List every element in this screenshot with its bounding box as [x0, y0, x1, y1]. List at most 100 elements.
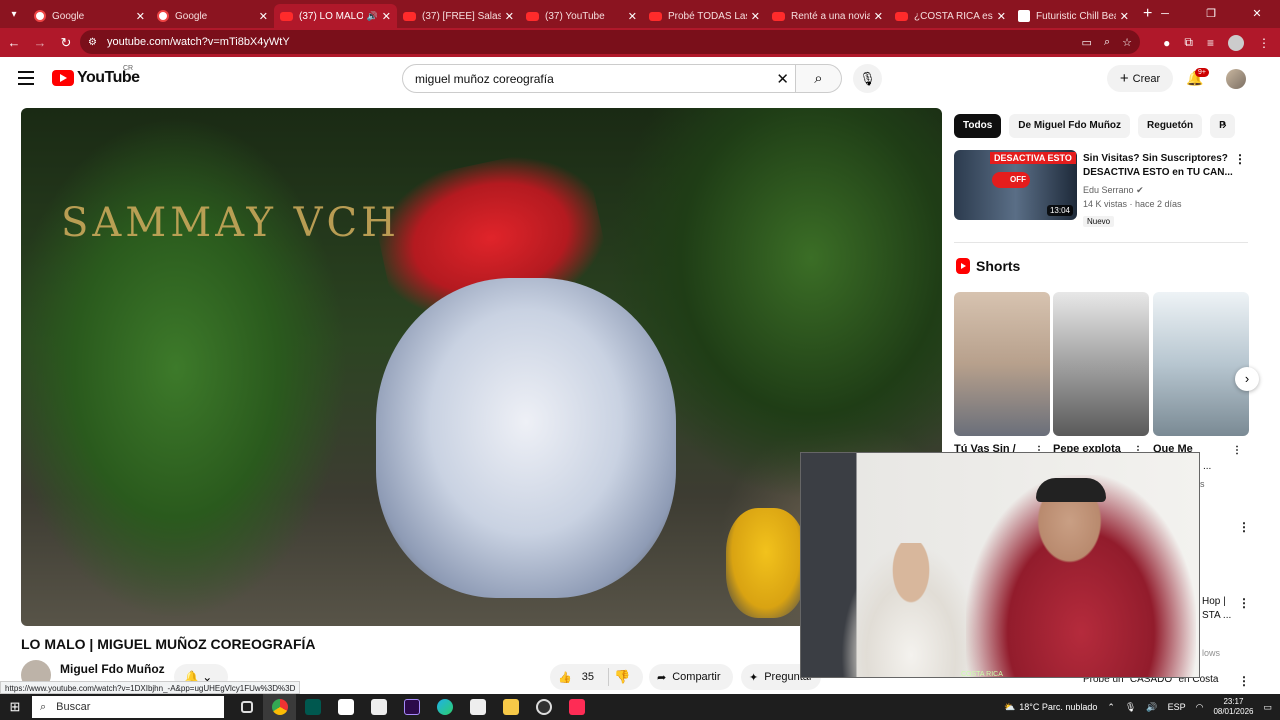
profile-avatar[interactable] — [1228, 34, 1244, 51]
chevron-up-icon[interactable]: ⌃ — [1107, 702, 1115, 713]
chrome-icon[interactable] — [263, 694, 296, 720]
site-info-icon[interactable]: ⚙ — [88, 37, 97, 48]
windows-start-icon[interactable]: ⊞ — [0, 699, 30, 715]
more-options-icon[interactable]: ⋮ — [1234, 152, 1246, 166]
recommended-title[interactable]: Sin Visitas? Sin Suscriptores? DESACTIVA… — [1083, 152, 1233, 180]
browser-tab-active[interactable]: (37) LO MALO | M 🔊 ✕ — [274, 4, 397, 28]
app-icon[interactable] — [362, 694, 395, 720]
language-indicator[interactable]: ESP — [1168, 702, 1186, 712]
chip-todos[interactable]: Todos — [954, 114, 1002, 138]
window-controls: ─ ❐ ✕ — [1142, 0, 1280, 28]
chrome-menu-icon[interactable]: ⋮ — [1258, 36, 1270, 50]
close-tab-icon[interactable]: ✕ — [259, 10, 268, 23]
video-frame-hydrant — [726, 508, 806, 618]
tiktok-icon[interactable] — [560, 694, 593, 720]
tab-title: (37) LO MALO | M — [299, 10, 363, 22]
search-button[interactable]: ⌕ — [796, 64, 842, 93]
address-bar[interactable]: ⚙ youtube.com/watch?v=mTi8bX4yWtY ▭ ⌕ ☆ — [80, 30, 1140, 54]
minimize-icon[interactable]: ─ — [1142, 0, 1188, 28]
more-options-icon[interactable]: ⋮ — [1232, 445, 1242, 456]
volume-icon[interactable]: 🔊 — [1146, 702, 1157, 713]
speaker-icon[interactable]: 🔊 — [367, 11, 378, 22]
browser-tab[interactable]: Futuristic Chill Beats ✕ — [1012, 4, 1135, 28]
more-options-icon[interactable]: ⋮ — [1238, 674, 1250, 688]
extension-icon[interactable]: ● — [1163, 36, 1170, 50]
voice-search-button[interactable]: 🎙 — [853, 64, 882, 93]
thumbs-down-icon[interactable]: 👎 — [614, 669, 630, 685]
short-thumbnail[interactable] — [1153, 292, 1249, 436]
file-explorer-icon[interactable] — [494, 694, 527, 720]
close-tab-icon[interactable]: ✕ — [382, 10, 391, 23]
shorts-next-button[interactable]: › — [1235, 367, 1259, 391]
new-badge: Nuevo — [1083, 216, 1115, 227]
back-icon[interactable]: ← — [2, 35, 26, 50]
audition-icon[interactable] — [296, 694, 329, 720]
avatar[interactable] — [1226, 69, 1246, 89]
channel-name[interactable]: Miguel Fdo Muñoz — [60, 662, 165, 676]
browser-tab[interactable]: Google ✕ — [151, 4, 274, 28]
more-options-icon[interactable]: ⋮ — [1238, 520, 1250, 534]
obs-icon[interactable] — [527, 694, 560, 720]
chevron-right-icon[interactable]: › — [1222, 116, 1227, 132]
tab-search-icon[interactable]: ▾ — [0, 0, 28, 28]
wifi-icon[interactable]: ◠ — [1196, 702, 1204, 713]
headphones — [1036, 478, 1106, 502]
close-tab-icon[interactable]: ✕ — [1120, 10, 1129, 23]
edge-icon[interactable] — [428, 694, 461, 720]
capcut-icon[interactable] — [329, 694, 362, 720]
short-thumbnail[interactable] — [954, 292, 1050, 436]
browser-tab[interactable]: (37) [FREE] Salastkbre ✕ — [397, 4, 520, 28]
browser-tab[interactable]: Google ✕ — [28, 4, 151, 28]
more-options-icon[interactable]: ⋮ — [1238, 596, 1250, 610]
premiere-icon[interactable] — [395, 694, 428, 720]
share-button[interactable]: ➦ Compartir — [649, 664, 733, 690]
forward-icon[interactable]: → — [28, 35, 52, 50]
restore-icon[interactable]: ❐ — [1188, 0, 1234, 28]
partial-text: s — [1200, 479, 1205, 489]
video-thumbnail[interactable]: DESACTIVA ESTO OFF 13:04 — [954, 150, 1077, 220]
media-controls-icon[interactable]: ≡ — [1207, 36, 1214, 50]
clock[interactable]: 23:17 08/01/2026 — [1213, 697, 1253, 717]
search-input[interactable]: miguel muñoz coreografía ✕ — [402, 64, 796, 93]
close-tab-icon[interactable]: ✕ — [505, 10, 514, 23]
sparkle-icon: ✦ — [749, 671, 759, 684]
extensions-puzzle-icon[interactable]: ⧉ — [1184, 35, 1193, 50]
like-button[interactable]: 👍 35 👎 — [550, 664, 643, 690]
bookmark-star-icon[interactable]: ☆ — [1122, 36, 1132, 49]
recommended-channel[interactable]: Edu Serrano — [1083, 185, 1134, 195]
notification-center-icon[interactable]: ▭ — [1263, 702, 1272, 713]
close-tab-icon[interactable]: ✕ — [874, 10, 883, 23]
browser-tab[interactable]: Probé TODAS Las For ✕ — [643, 4, 766, 28]
browser-tab[interactable]: (37) YouTube ✕ — [520, 4, 643, 28]
zoom-icon[interactable]: ⌕ — [1104, 36, 1110, 49]
short-thumbnail[interactable] — [1053, 292, 1149, 436]
chip-regueton[interactable]: Reguetón — [1138, 114, 1203, 138]
youtube-logo[interactable]: YouTube CR — [52, 65, 140, 87]
chevron-right-icon: › — [1244, 371, 1250, 386]
cast-icon[interactable]: ▭ — [1082, 36, 1092, 49]
browser-tab[interactable]: Renté a una novia y a ✕ — [766, 4, 889, 28]
browser-tab[interactable]: ¿COSTA RICA es TAN ✕ — [889, 4, 1012, 28]
close-tab-icon[interactable]: ✕ — [997, 10, 1006, 23]
site-icon — [1018, 10, 1030, 22]
taskbar-search[interactable]: ⌕ Buscar — [32, 696, 224, 718]
menu-icon[interactable] — [18, 71, 34, 85]
partial-text: Hop | — [1202, 596, 1226, 607]
app-icon[interactable] — [461, 694, 494, 720]
reload-icon[interactable]: ↻ — [54, 35, 78, 51]
close-tab-icon[interactable]: ✕ — [628, 10, 637, 23]
recommended-video[interactable]: DESACTIVA ESTO OFF 13:04 Sin Visitas? Si… — [954, 150, 1248, 227]
tab-title: (37) [FREE] Salastkbre — [422, 10, 501, 22]
task-view-icon[interactable] — [230, 694, 263, 720]
chip-channel[interactable]: De Miguel Fdo Muñoz — [1009, 114, 1131, 138]
clear-search-icon[interactable]: ✕ — [776, 70, 789, 88]
close-tab-icon[interactable]: ✕ — [751, 10, 760, 23]
close-window-icon[interactable]: ✕ — [1234, 0, 1280, 28]
create-button[interactable]: + Crear — [1107, 65, 1173, 92]
mic-icon[interactable]: 🎙 — [1125, 702, 1136, 713]
duration-badge: 13:04 — [1046, 205, 1073, 216]
youtube-play-icon — [52, 70, 74, 86]
close-tab-icon[interactable]: ✕ — [136, 10, 145, 23]
weather-widget[interactable]: ⛅ 18°C Parc. nublado — [1004, 702, 1097, 713]
tab-title: (37) YouTube — [545, 10, 605, 22]
